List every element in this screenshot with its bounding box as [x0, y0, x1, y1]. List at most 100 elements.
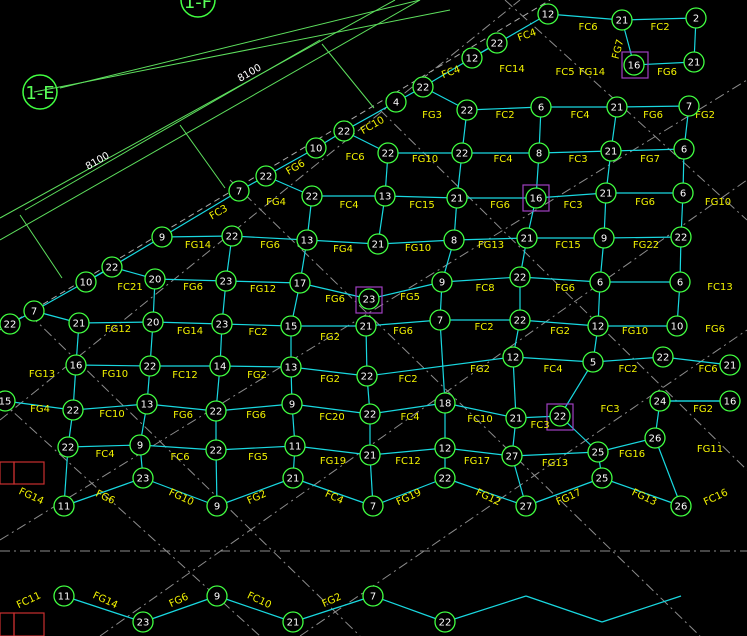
- node-marker: 11: [53, 585, 75, 607]
- node-marker: 23: [132, 467, 154, 489]
- node-number: 12: [439, 444, 452, 455]
- node-marker: 22: [434, 467, 456, 489]
- node-marker: 22: [486, 32, 508, 54]
- node-marker: 9: [206, 585, 228, 607]
- beam-label: FG6: [173, 410, 193, 421]
- node-marker: 8: [528, 142, 550, 164]
- node-marker: 22: [221, 225, 243, 247]
- beam-label: FC2: [474, 322, 493, 333]
- node-number: 13: [379, 192, 392, 203]
- node-marker: 5: [582, 351, 604, 373]
- node-number: 25: [592, 448, 605, 459]
- beam-label: FG14: [185, 240, 211, 251]
- node-marker: 6: [672, 182, 694, 204]
- node-marker: 15: [280, 315, 302, 337]
- node-marker: 22: [359, 403, 381, 425]
- beam-label: FC2: [248, 327, 267, 338]
- beam-line: [154, 278, 227, 282]
- node-number: 21: [611, 103, 624, 114]
- node-marker: 7: [23, 300, 45, 322]
- node-marker: 21: [606, 96, 628, 118]
- beam-label: FG19: [320, 456, 346, 467]
- dimension-lower: 8100: [84, 150, 112, 172]
- node-marker: 22: [456, 99, 478, 121]
- node-number: 25: [596, 474, 609, 485]
- beam-label: FG14: [91, 590, 119, 611]
- beam-label: FG6: [490, 200, 510, 211]
- beam-line: [621, 17, 697, 21]
- beam-label: FC4: [440, 64, 462, 81]
- beam-label: FC4: [95, 449, 114, 460]
- node-number: 9: [439, 278, 445, 289]
- node-markers: 1221 216 21221242222 6 21 72210 22 22 8 21 6227 22 1…: [0, 3, 741, 633]
- node-marker: 21: [683, 51, 705, 73]
- node-number: 22: [4, 320, 17, 331]
- beam-label: FC4: [570, 110, 589, 121]
- node-marker: 22: [412, 76, 434, 98]
- beam-label: FG10: [102, 369, 128, 380]
- beam-label: FG6: [246, 410, 266, 421]
- beam-label: FG6: [555, 283, 575, 294]
- node-number: 21: [360, 322, 373, 333]
- node-number: 22: [514, 273, 527, 284]
- beam-line: [654, 437, 682, 507]
- beam-label: FC3: [208, 203, 230, 222]
- node-marker: 15: [0, 390, 16, 412]
- node-marker: 22: [255, 165, 277, 187]
- node-marker: 7: [228, 180, 250, 202]
- node-number: 21: [724, 361, 737, 372]
- beam-label: FG4: [30, 404, 50, 415]
- beam-line: [512, 356, 594, 363]
- beam-line: [219, 365, 292, 368]
- beam-label: FG13: [542, 458, 568, 469]
- beam-label: FC21: [117, 282, 142, 293]
- node-number: 22: [144, 362, 157, 373]
- axis-bubble-e: 1-E: [22, 74, 58, 110]
- node-marker: 16: [623, 54, 645, 76]
- node-number: 12: [507, 353, 520, 364]
- node-marker: 6: [669, 271, 691, 293]
- beam-label: FC6: [345, 152, 364, 163]
- node-number: 21: [73, 319, 86, 330]
- node-number: 8: [536, 149, 542, 160]
- beam-label: FC6: [170, 452, 189, 463]
- beam-label: FG6: [94, 489, 117, 507]
- node-number: 22: [338, 127, 351, 138]
- beam-line: [372, 595, 446, 623]
- node-marker: 16: [719, 390, 741, 412]
- beam-label: FG4: [333, 244, 353, 255]
- beam-label: FG10: [412, 154, 438, 165]
- node-number: 22: [461, 106, 474, 117]
- beam-label: FC15: [409, 200, 434, 211]
- node-number: 7: [370, 502, 376, 513]
- node-marker: 24: [649, 390, 671, 412]
- node-number: 22: [361, 372, 374, 383]
- node-marker: 23: [358, 288, 380, 310]
- beam-label: FC3: [600, 404, 619, 415]
- node-number: 21: [605, 147, 618, 158]
- node-number: 22: [554, 412, 567, 423]
- node-marker: 22: [652, 346, 674, 368]
- node-number: 22: [364, 410, 377, 421]
- node-marker: 4: [385, 91, 407, 113]
- beam-label: FG12: [250, 284, 276, 295]
- node-number: 8: [451, 236, 457, 247]
- beam-label: FG10: [405, 243, 431, 254]
- node-number: 26: [675, 502, 688, 513]
- beam-label: FC3: [530, 420, 549, 431]
- node-number: 26: [649, 434, 662, 445]
- node-number: 13: [141, 400, 154, 411]
- node-number: 21: [600, 189, 613, 200]
- beam-label: FC4: [400, 412, 419, 423]
- axis-bubble-f: 1-F: [180, 0, 216, 18]
- beam-label: FG6: [284, 158, 307, 177]
- node-number: 15: [285, 322, 298, 333]
- node-number: 22: [491, 39, 504, 50]
- node-number: 12: [466, 54, 479, 65]
- node-marker: 21: [367, 233, 389, 255]
- beam-line: [75, 364, 151, 367]
- beam-line: [384, 195, 458, 199]
- node-number: 22: [260, 172, 273, 183]
- beam-label: FG2: [693, 404, 713, 415]
- node-marker: 8: [443, 229, 465, 251]
